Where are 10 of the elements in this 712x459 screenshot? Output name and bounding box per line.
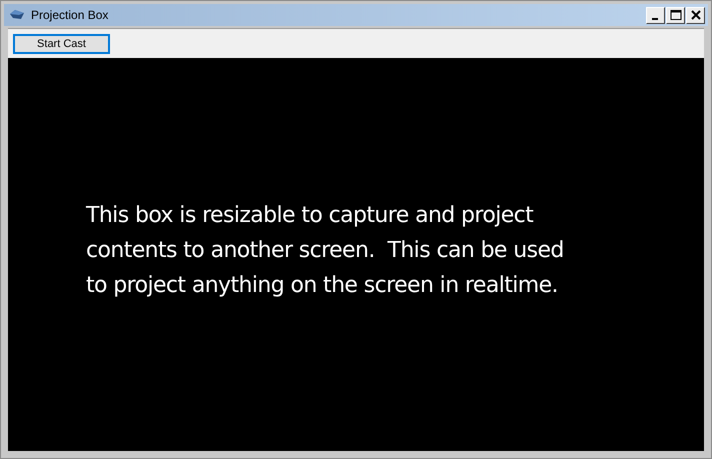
app-icon [9, 9, 25, 21]
close-icon [690, 10, 700, 20]
window-title: Projection Box [31, 8, 110, 22]
start-cast-button[interactable]: Start Cast [13, 34, 110, 54]
projection-message: This box is resizable to capture and project contents to another screen. This can be used to project anything on the screen in realtime. [86, 202, 564, 300]
maximize-icon [670, 10, 682, 20]
minimize-button[interactable] [646, 6, 665, 24]
minimize-icon [652, 18, 658, 20]
maximize-button[interactable] [666, 6, 685, 24]
close-button[interactable] [686, 6, 705, 24]
